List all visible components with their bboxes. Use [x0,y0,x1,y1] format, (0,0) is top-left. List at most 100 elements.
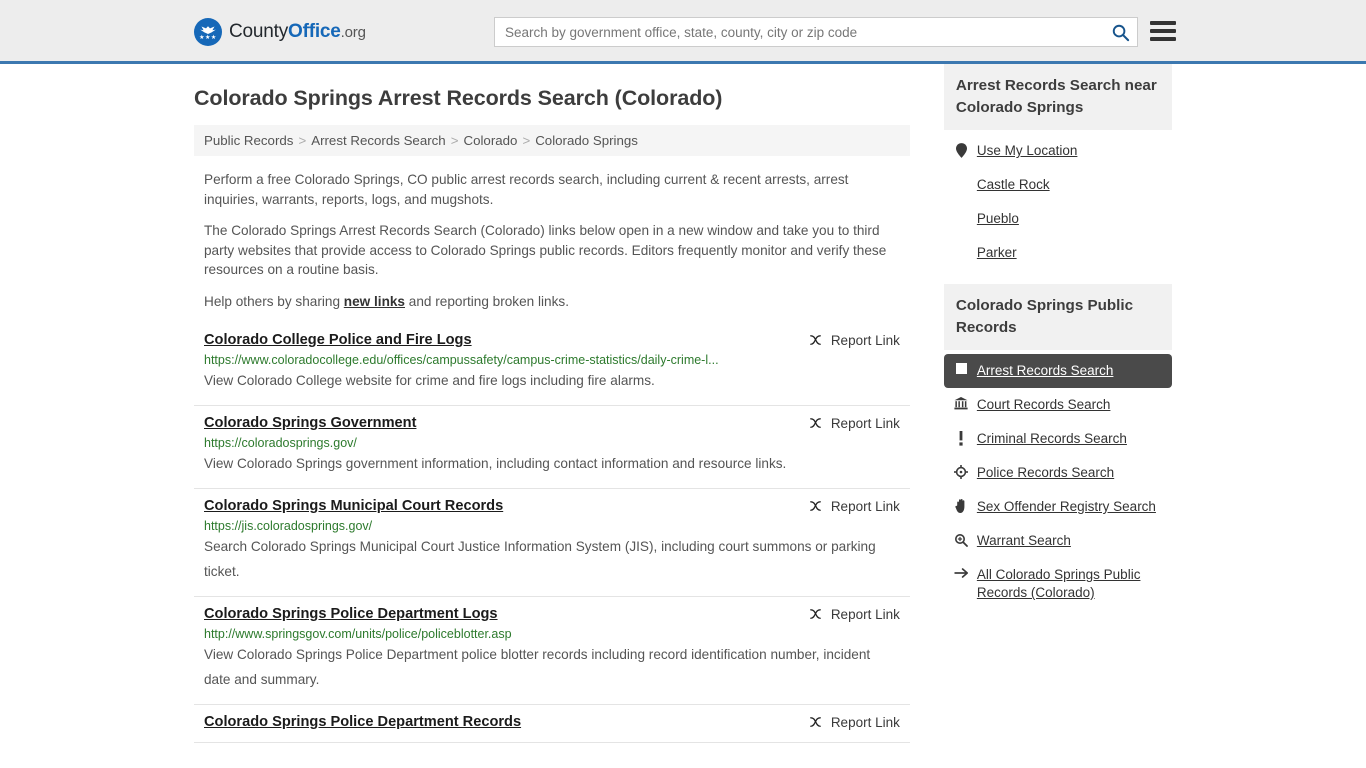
result-url: https://www.coloradocollege.edu/offices/… [204,353,719,367]
sidebar-link-label[interactable]: Arrest Records Search [977,362,1114,380]
map-pin-icon [954,142,969,158]
site-header: ★★★ CountyOffice.org [0,0,1366,64]
nearby-heading: Arrest Records Search near Colorado Spri… [943,64,1172,130]
result-item: Colorado Springs Government Report Link … [194,406,910,489]
sidebar-item-court-records-search[interactable]: Court Records Search [944,388,1172,422]
report-link-button[interactable]: Report Link [808,715,900,730]
sidebar-item-use-my-location[interactable]: Use My Location [944,134,1172,168]
sidebar-link-label[interactable]: Castle Rock [977,176,1050,194]
magnifier-plus-icon [954,532,969,547]
sidebar-item-police-records-search[interactable]: Police Records Search [944,456,1172,490]
report-link-label: Report Link [830,607,900,622]
result-item: Colorado College Police and Fire Logs Re… [194,323,910,406]
breadcrumb-separator-2: > [450,133,459,148]
sidebar-item-warrant-search[interactable]: Warrant Search [944,524,1172,558]
sidebar-item-parker[interactable]: Parker [944,236,1172,270]
content-container: Colorado Springs Arrest Records Search (… [0,64,1366,743]
sidebar-item-all-public-records[interactable]: All Colorado Springs Public Records (Col… [944,558,1172,610]
brand-part-office: Office [288,21,341,42]
brand-part-org: .org [340,24,366,41]
sidebar-item-sex-offender-registry-search[interactable]: Sex Offender Registry Search [944,490,1172,524]
sidebar-link-label[interactable]: Court Records Search [977,396,1111,414]
result-description: Search Colorado Springs Municipal Court … [204,539,876,579]
results-list: Colorado College Police and Fire Logs Re… [194,323,910,743]
intro-p3-before: Help others by sharing [204,293,344,309]
result-url: https://jis.coloradosprings.gov/ [204,519,373,533]
page-body: Colorado Springs Arrest Records Search (… [0,64,1366,743]
result-title-link[interactable]: Colorado Springs Police Department Logs [204,606,498,622]
result-url: https://coloradosprings.gov/ [204,436,357,450]
breadcrumb-item-arrest-records-search[interactable]: Arrest Records Search [311,133,446,148]
result-title-link[interactable]: Colorado Springs Government [204,415,416,431]
result-title-link[interactable]: Colorado Springs Municipal Court Records [204,498,503,514]
menu-bar-3 [1150,37,1176,41]
sidebar-link-label[interactable]: Use My Location [977,142,1078,160]
stars-glyph: ★★★ [199,34,217,41]
result-title-link[interactable]: Colorado College Police and Fire Logs [204,332,472,348]
search-button[interactable] [1103,18,1137,46]
intro-text: Perform a free Colorado Springs, CO publ… [194,170,910,311]
sidebar-item-pueblo[interactable]: Pueblo [944,202,1172,236]
report-link-label: Report Link [830,333,900,348]
result-title-link[interactable]: Colorado Springs Police Department Recor… [204,714,521,730]
report-link-label: Report Link [830,499,900,514]
broken-link-icon [809,609,821,619]
public-records-box: Colorado Springs Public Records Arrest R… [943,284,1172,620]
search-bar[interactable] [494,17,1138,47]
search-icon [1112,24,1129,41]
broken-link-icon [809,335,821,345]
report-link-button[interactable]: Report Link [808,607,900,622]
new-links-link[interactable]: new links [344,294,405,309]
report-link-label: Report Link [830,416,900,431]
broken-link-icon [809,717,821,727]
sidebar-link-label[interactable]: All Colorado Springs Public Records (Col… [977,566,1162,602]
breadcrumb-separator-1: > [298,133,307,148]
sidebar-item-arrest-records-search[interactable]: Arrest Records Search [943,354,1172,388]
result-header: Colorado Springs Government Report Link [204,415,900,431]
report-link-button[interactable]: Report Link [808,333,900,348]
site-logo[interactable]: ★★★ CountyOffice.org [194,18,366,46]
public-records-heading: Colorado Springs Public Records [943,284,1172,350]
result-url: http://www.springsgov.com/units/police/p… [204,627,512,641]
bank-icon [954,396,969,410]
result-header: Colorado Springs Police Department Logs … [204,606,900,622]
report-link-button[interactable]: Report Link [808,416,900,431]
eagle-glyph [200,25,216,34]
result-header: Colorado Springs Police Department Recor… [204,714,900,730]
intro-paragraph-1: Perform a free Colorado Springs, CO publ… [204,172,849,207]
broken-link-icon [809,501,821,511]
result-item: Colorado Springs Municipal Court Records… [194,489,910,597]
breadcrumb: Public Records > Arrest Records Search > Col… [194,125,910,156]
search-input[interactable] [495,18,1103,46]
main-column: Colorado Springs Arrest Records Search (… [194,64,910,743]
sidebar-link-label[interactable]: Warrant Search [977,532,1071,550]
report-link-label: Report Link [830,715,900,730]
page-title: Colorado Springs Arrest Records Search (… [194,86,723,110]
sidebar-link-label[interactable]: Police Records Search [977,464,1114,482]
nearby-list: Use My Location Castle Rock Pueblo Parke… [944,130,1172,280]
public-records-list: Arrest Records Search Court Records Sear… [943,350,1172,620]
result-item: Colorado Springs Police Department Logs … [194,597,910,705]
square-icon [954,362,969,374]
brand-wordmark: CountyOffice.org [229,21,366,43]
sidebar-item-castle-rock[interactable]: Castle Rock [944,168,1172,202]
eagle-shield-icon: ★★★ [194,18,222,46]
sidebar-link-label[interactable]: Parker [977,244,1017,262]
hamburger-menu-icon[interactable] [1150,19,1176,43]
sidebar-link-label[interactable]: Pueblo [977,210,1019,228]
result-description: View Colorado Springs Police Department … [204,647,871,687]
breadcrumb-item-colorado[interactable]: Colorado [463,133,517,148]
menu-bar-1 [1150,21,1176,25]
result-item: Colorado Springs Police Department Recor… [194,705,910,743]
result-description: View Colorado College website for crime … [204,373,655,388]
target-icon [954,464,969,479]
report-link-button[interactable]: Report Link [808,499,900,514]
breadcrumb-item-colorado-springs[interactable]: Colorado Springs [535,133,638,148]
breadcrumb-separator-3: > [522,133,531,148]
sidebar-link-label[interactable]: Sex Offender Registry Search [977,498,1156,516]
sidebar-link-label[interactable]: Criminal Records Search [977,430,1127,448]
sidebar-item-criminal-records-search[interactable]: Criminal Records Search [944,422,1172,456]
breadcrumb-item-public-records[interactable]: Public Records [204,133,293,148]
broken-link-icon [809,418,821,428]
hand-icon [954,498,969,513]
